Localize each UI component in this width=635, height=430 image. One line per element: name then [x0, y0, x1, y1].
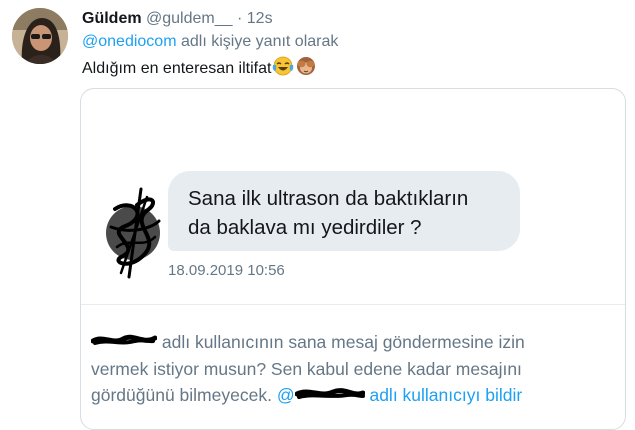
notice-line: adlı kullanıcının sana mesaj göndermesin… [90, 329, 611, 356]
reply-context-text: adlı kişiye yanıt olarak [180, 33, 339, 50]
author-name[interactable]: Güldem [82, 10, 142, 27]
dm-message-line: Sana ilk ultrason da baktıkların [188, 187, 469, 210]
dm-message-time: 18.09.2019 10:56 [168, 262, 285, 279]
tweet-text: Aldığım en enteresan iltifat [82, 56, 317, 83]
notice-line: vermek istiyor musun? Sen kabul edene ka… [91, 359, 522, 380]
report-user-link[interactable]: adlı kullanıcıyı bildir [369, 385, 522, 405]
notice-line: gördüğünü bilmeyecek. @ adlı kullanıcıyı… [91, 382, 611, 409]
redacted-username-scribble [90, 330, 158, 356]
tears-of-joy-emoji-icon [272, 56, 294, 83]
header-separator: · [236, 10, 243, 27]
partial-mention: @ [276, 385, 295, 406]
tweet-header: Güldem @guldem__ · 12s [82, 9, 273, 29]
card-divider [81, 304, 625, 305]
dm-sender-avatar-scribbled [103, 187, 163, 279]
author-handle[interactable]: @guldem__ [146, 10, 233, 27]
dm-message-line: da baklava mı yedirdiler ? [188, 216, 422, 239]
reply-context: @onediocom adlı kişiye yanıt olarak [82, 32, 338, 52]
see-no-evil-monkey-emoji-icon [295, 56, 317, 83]
reply-mention-link[interactable]: @onediocom [82, 33, 177, 50]
dm-message-bubble: Sana ilk ultrason da baktıkların da bakl… [168, 171, 520, 251]
tweet-timestamp[interactable]: 12s [247, 10, 273, 27]
redacted-username-scribble [294, 384, 366, 410]
author-avatar[interactable] [12, 8, 68, 64]
notice-text: gördüğünü bilmeyecek. [91, 385, 272, 406]
tweet-text-content: Aldığım en enteresan iltifat [82, 60, 272, 77]
dm-request-notice: adlı kullanıcının sana mesaj göndermesin… [90, 329, 611, 410]
embedded-screenshot-card[interactable]: Sana ilk ultrason da baktıkların da bakl… [80, 88, 626, 430]
notice-text: adlı kullanıcının sana mesaj göndermesin… [161, 332, 525, 352]
